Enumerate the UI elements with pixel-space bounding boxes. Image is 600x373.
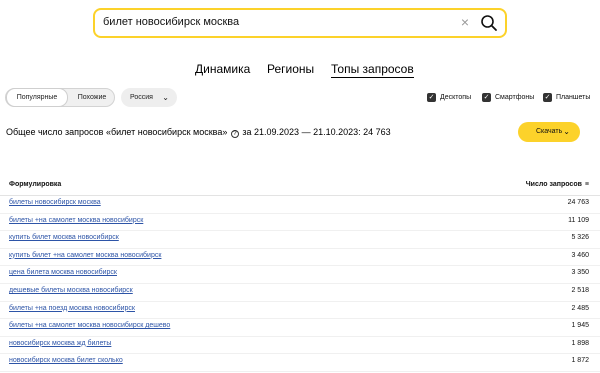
table-row: купить билет москва новосибирск 5 326 xyxy=(0,231,600,249)
checkbox-tablets[interactable]: ✓ Планшеты xyxy=(543,93,590,102)
table-row: билеты новосибирск москва 24 763 xyxy=(0,196,600,214)
popularity-switch: Популярные Похожие xyxy=(5,88,115,107)
help-icon[interactable]: ? xyxy=(230,130,239,138)
sort-icon[interactable]: ≡ xyxy=(585,181,589,188)
checkbox-desktops[interactable]: ✓ Десктопы xyxy=(427,93,471,102)
chevron-down-icon: ⌄ xyxy=(563,127,570,136)
total-queries-summary: Общее число запросов «билет новосибирск … xyxy=(6,127,391,138)
checkbox-label: Смартфоны xyxy=(495,94,535,101)
similar-button[interactable]: Похожие xyxy=(70,89,114,106)
query-count: 1 945 xyxy=(571,322,589,330)
query-link[interactable]: новосибирск москва жд билеты xyxy=(9,340,111,347)
table-row: купить билет +на самолет москва новосиби… xyxy=(0,249,600,267)
download-button[interactable]: Скачать ⌄ xyxy=(518,122,580,142)
download-label: Скачать xyxy=(536,128,563,135)
query-count: 2 485 xyxy=(571,304,589,312)
table-row: новосибирск москва билет сколько 1 872 xyxy=(0,354,600,372)
table-row: билеты +на самолет москва новосибирск де… xyxy=(0,319,600,337)
checkbox-label: Планшеты xyxy=(556,94,591,101)
table-header: Формулировка Число запросов ≡ xyxy=(0,178,600,196)
query-link[interactable]: новосибирск москва билет сколько xyxy=(9,357,123,364)
checkmark-icon: ✓ xyxy=(482,93,491,102)
column-header-query: Формулировка xyxy=(9,181,62,188)
checkbox-label: Десктопы xyxy=(440,94,472,101)
checkmark-icon: ✓ xyxy=(427,93,436,102)
query-count: 1 872 xyxy=(571,357,589,365)
query-count: 5 326 xyxy=(571,234,589,242)
popular-button[interactable]: Популярные xyxy=(6,88,68,107)
query-count: 3 350 xyxy=(571,269,589,277)
query-link[interactable]: купить билет +на самолет москва новосиби… xyxy=(9,252,161,259)
query-count: 24 763 xyxy=(567,199,589,206)
tab-top-queries[interactable]: Топы запросов xyxy=(331,62,414,78)
search-icon[interactable] xyxy=(479,13,499,33)
tab-regions[interactable]: Регионы xyxy=(267,62,314,76)
column-header-count-label: Число запросов xyxy=(525,181,582,188)
query-count: 11 109 xyxy=(568,216,589,224)
query-link[interactable]: дешевые билеты москва новосибирск xyxy=(9,287,133,294)
query-link[interactable]: билеты +на самолет москва новосибирск xyxy=(9,217,143,224)
query-count: 3 460 xyxy=(571,251,589,259)
summary-prefix: Общее число запросов «билет новосибирск … xyxy=(6,127,228,137)
tab-dynamics[interactable]: Динамика xyxy=(195,62,250,76)
query-link[interactable]: билеты +на самолет москва новосибирск де… xyxy=(9,322,170,329)
table-row: новосибирск москва жд билеты 1 898 xyxy=(0,337,600,355)
region-label: Россия xyxy=(130,94,153,101)
table-row: билеты +на поезд москва новосибирск 2 485 xyxy=(0,302,600,320)
table-row: дешевые билеты москва новосибирск 2 518 xyxy=(0,284,600,302)
column-header-count[interactable]: Число запросов ≡ xyxy=(526,181,589,188)
chevron-down-icon: ⌄ xyxy=(162,93,169,102)
query-link[interactable]: цена билета москва новосибирск xyxy=(9,269,117,276)
query-link[interactable]: купить билет москва новосибирск xyxy=(9,234,119,241)
checkmark-icon: ✓ xyxy=(543,93,552,102)
region-dropdown[interactable]: Россия ⌄ xyxy=(121,88,177,107)
query-count: 1 898 xyxy=(571,339,589,347)
search-input[interactable]: билет новосибирск москва xyxy=(103,16,239,28)
search-box[interactable]: билет новосибирск москва × xyxy=(93,8,507,38)
report-tabs: Динамика Регионы Топы запросов xyxy=(0,62,600,80)
checkbox-smartphones[interactable]: ✓ Смартфоны xyxy=(482,93,534,102)
clear-icon[interactable]: × xyxy=(461,14,469,30)
query-count: 2 518 xyxy=(571,287,589,294)
table-row: билеты +на самолет москва новосибирск 11 … xyxy=(0,214,600,232)
summary-suffix: за 21.09.2023 — 21.10.2023: 24 763 xyxy=(242,127,391,137)
query-link[interactable]: билеты новосибирск москва xyxy=(9,199,101,206)
query-link[interactable]: билеты +на поезд москва новосибирск xyxy=(9,305,135,312)
table-row: цена билета москва новосибирск 3 350 xyxy=(0,266,600,284)
